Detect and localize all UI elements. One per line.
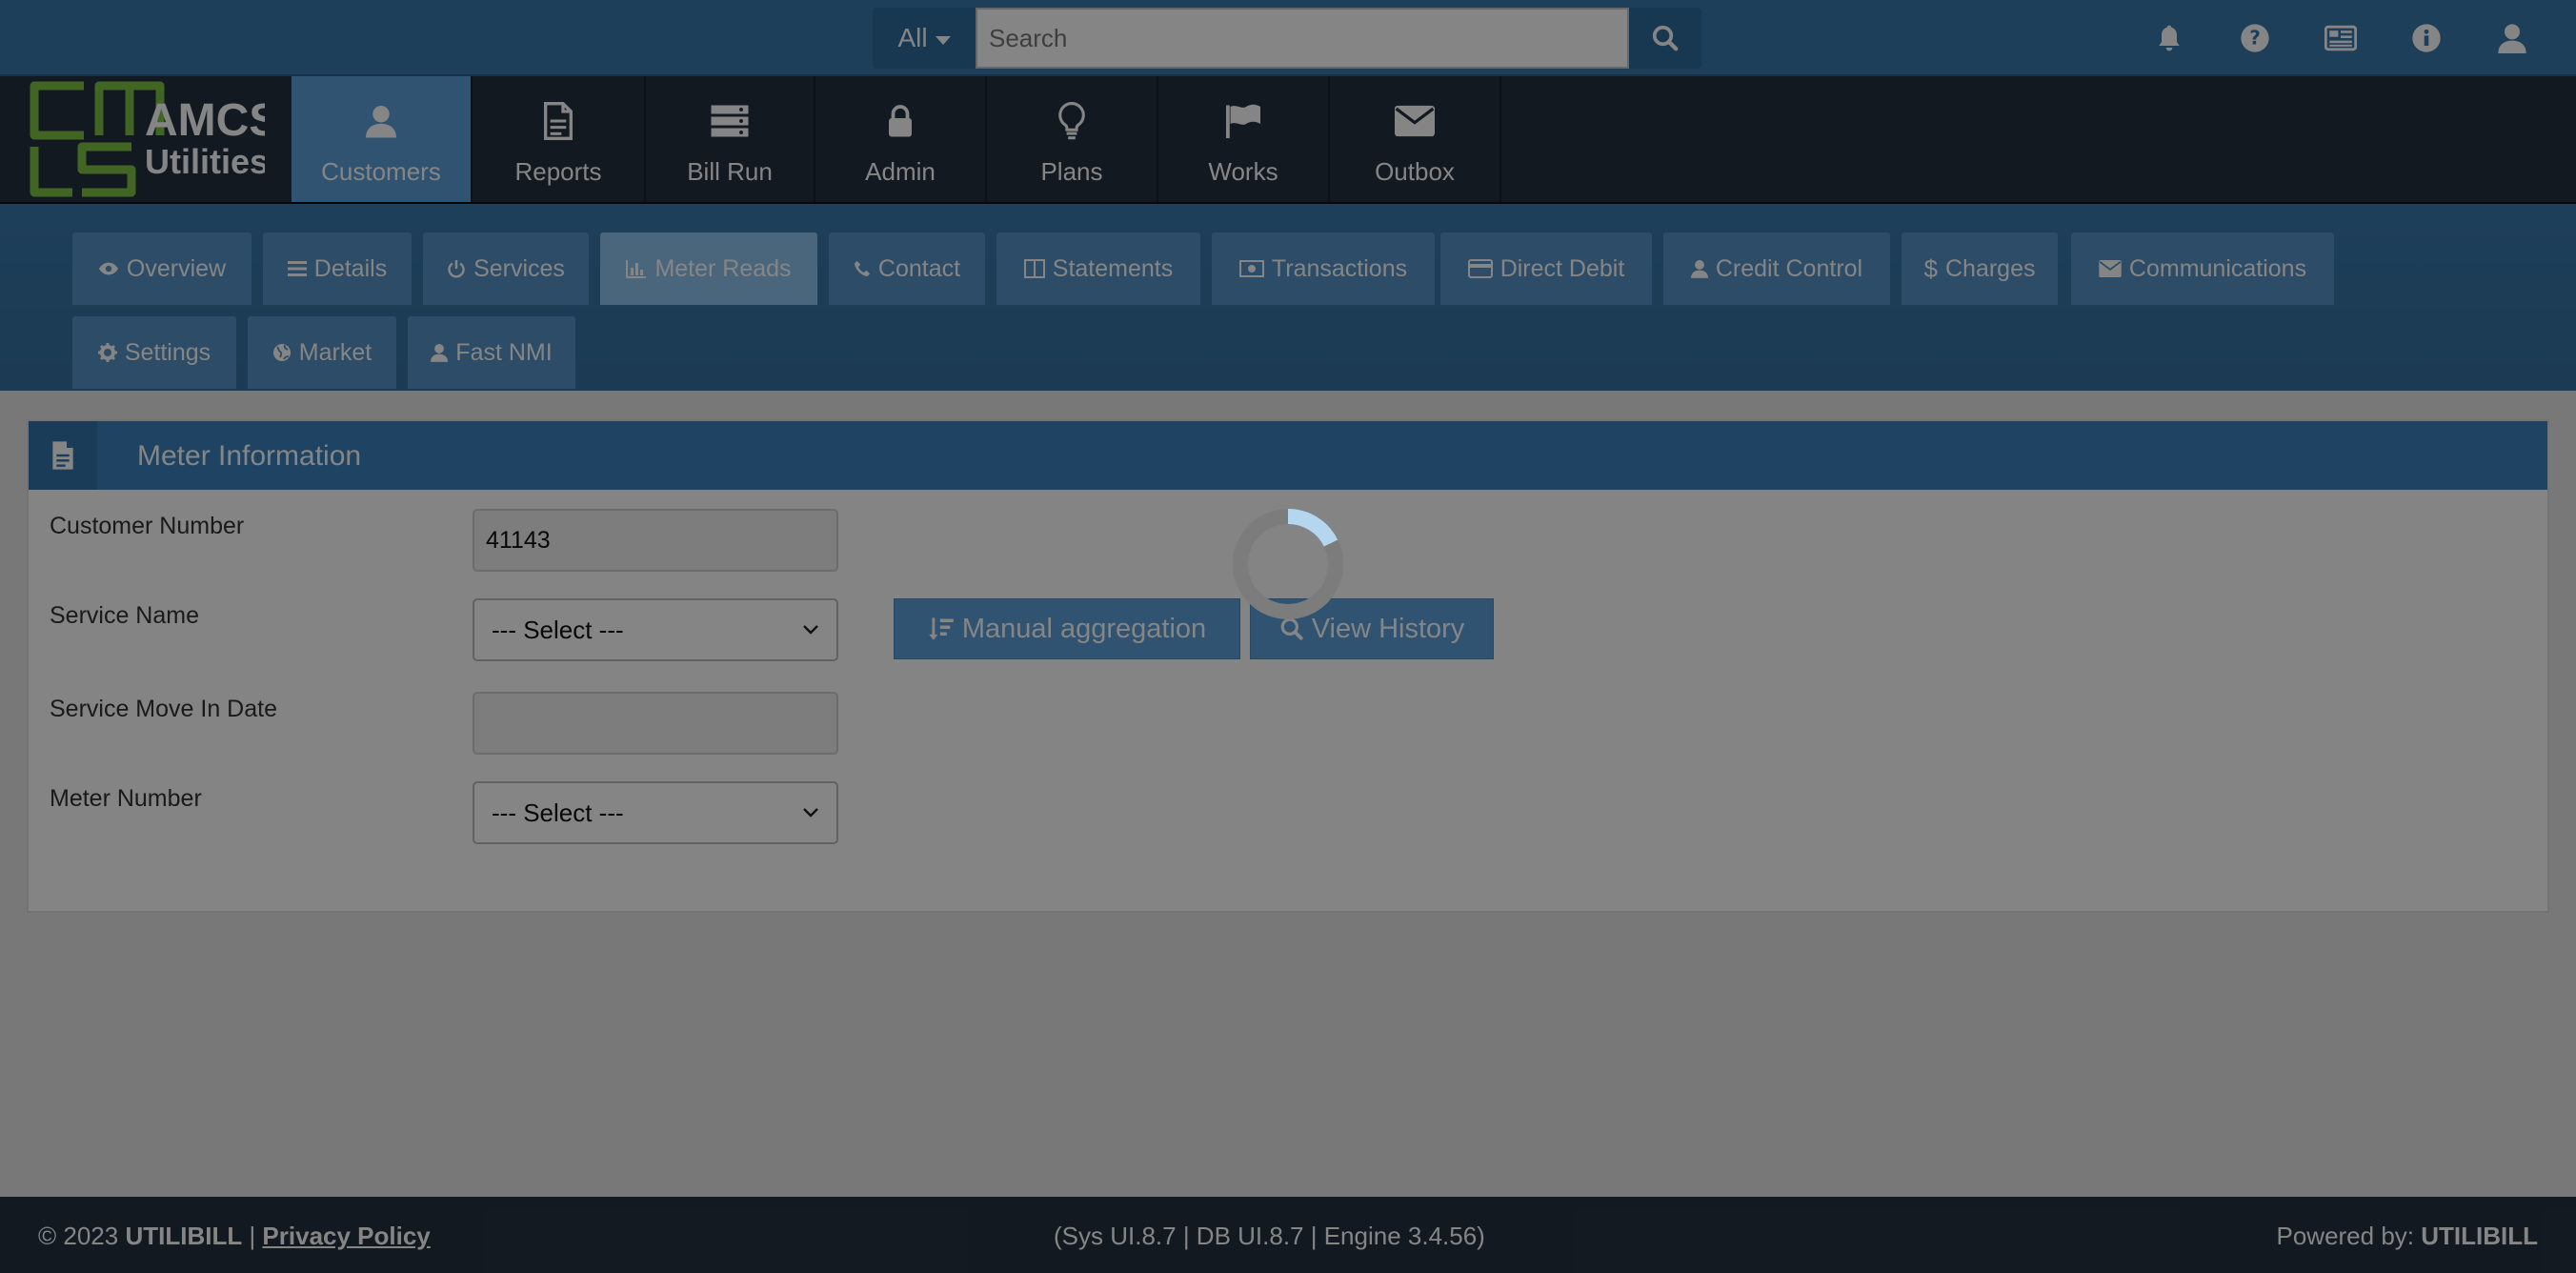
loading-spinner-icon (1233, 508, 1343, 619)
loading-overlay (0, 0, 2576, 1273)
